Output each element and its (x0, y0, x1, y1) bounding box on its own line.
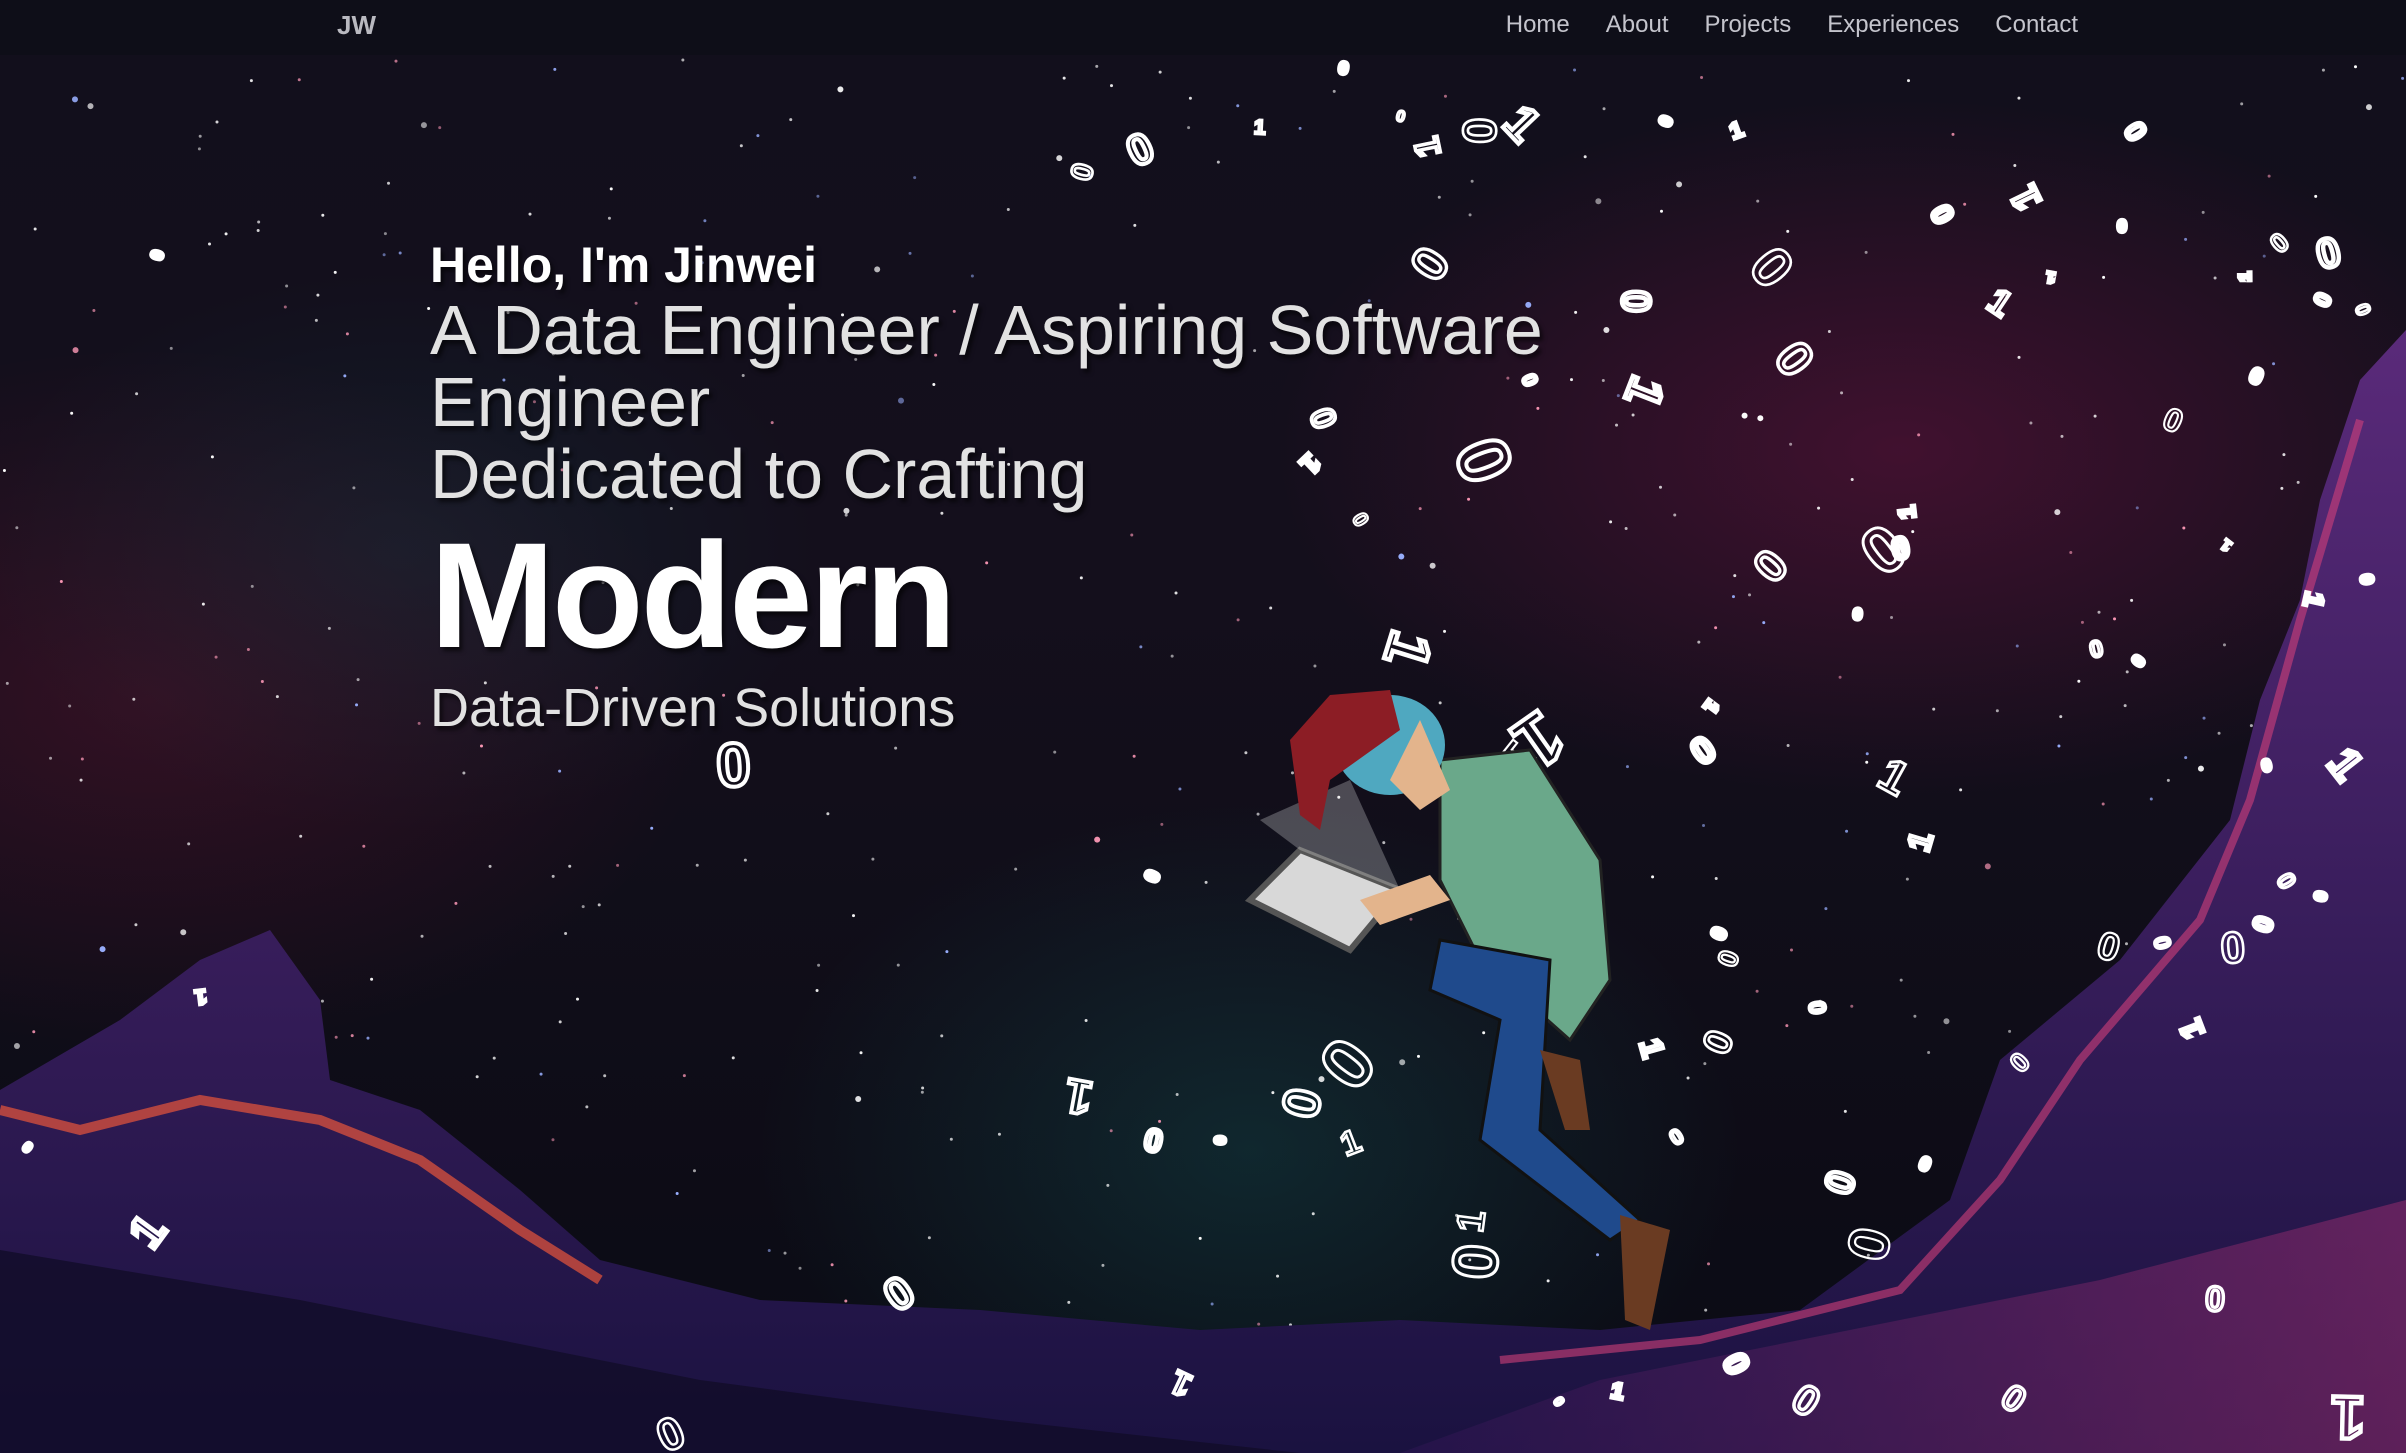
logo[interactable]: JW (337, 10, 376, 41)
nav-home[interactable]: Home (1506, 11, 1570, 39)
nav-about[interactable]: About (1606, 11, 1669, 39)
top-navbar: JW Home About Projects Experiences Conta… (0, 0, 2406, 55)
nav-experiences[interactable]: Experiences (1827, 11, 1959, 39)
nav-links: Home About Projects Experiences Contact (1506, 11, 2078, 39)
legs (1428, 938, 1643, 1242)
role-title: A Data Engineer / Aspiring Software Engi… (430, 291, 1543, 441)
hero-section: Hello, I'm Jinwei A Data Engineer / Aspi… (430, 236, 1690, 736)
tagline-end: Data-Driven Solutions (430, 678, 956, 738)
nav-contact[interactable]: Contact (1995, 11, 2078, 39)
greeting: Hello, I'm Jinwei (430, 237, 817, 293)
highlight-word: Modern (430, 511, 957, 679)
tagline: Dedicated to Crafting (430, 435, 1088, 513)
nav-projects[interactable]: Projects (1705, 11, 1792, 39)
